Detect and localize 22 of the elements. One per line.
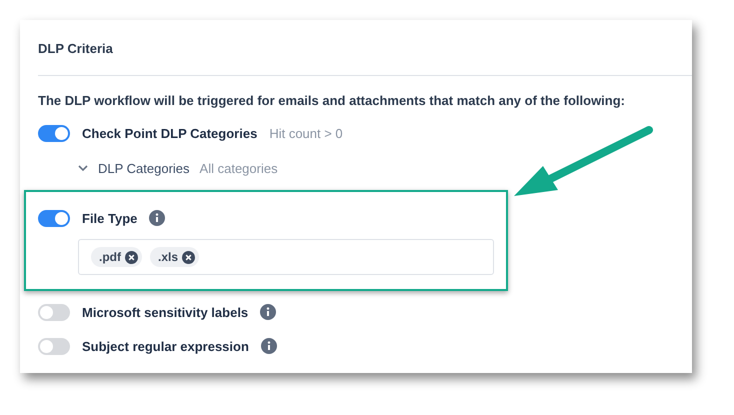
info-icon[interactable]	[260, 338, 277, 354]
info-icon[interactable]	[149, 210, 166, 226]
toggle-switch[interactable]	[38, 304, 70, 320]
criterion-label: File Type	[82, 210, 138, 226]
sub-criterion-label: DLP Categories	[98, 160, 190, 176]
toggle-switch[interactable]	[38, 210, 70, 226]
toggle-switch[interactable]	[38, 338, 70, 354]
remove-icon[interactable]	[125, 250, 138, 264]
chevron-icon[interactable]	[78, 164, 88, 172]
toggle-switch[interactable]	[38, 124, 70, 142]
file-type-tag: .xls	[150, 247, 200, 267]
sub-criterion-hint: All categories	[200, 160, 278, 176]
criterion-label: Microsoft sensitivity labels	[82, 304, 248, 320]
criterion-hint: Hit count > 0	[269, 126, 343, 140]
section-title: DLP Criteria	[38, 41, 113, 56]
tag-input[interactable]: .pdf .xls	[78, 239, 494, 275]
description-text: The DLP workflow will be triggered for emails and attachments that match any of the following:	[38, 93, 625, 108]
criterion-label: Subject regular expression	[82, 338, 249, 354]
info-icon[interactable]	[260, 304, 276, 320]
file-type-tag: .pdf	[91, 247, 142, 267]
remove-icon[interactable]	[182, 250, 196, 264]
criterion-label: Check Point DLP Categories	[82, 126, 258, 140]
